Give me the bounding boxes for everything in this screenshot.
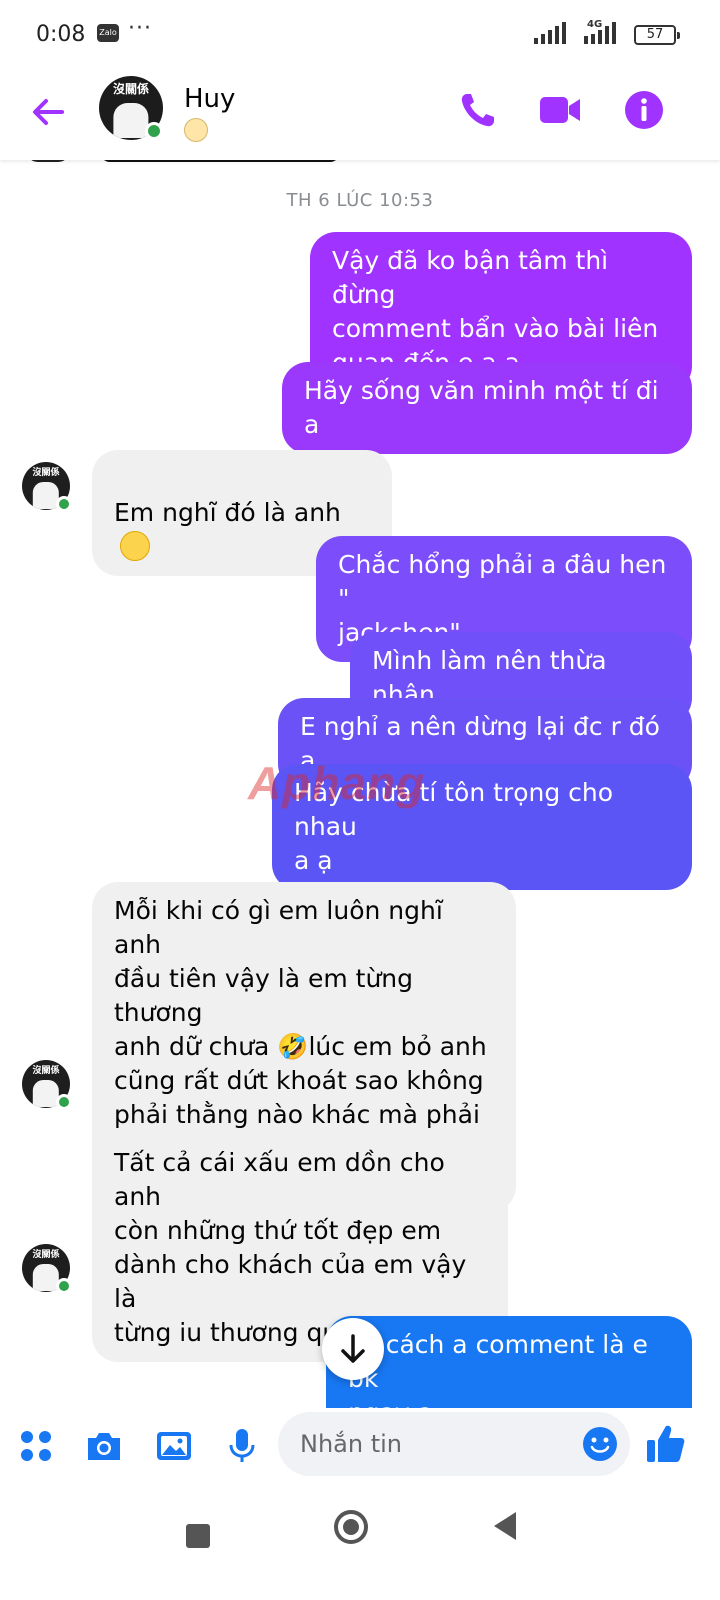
watermark: Aphang — [248, 757, 426, 809]
back-button[interactable] — [490, 1510, 520, 1542]
emoji-icon[interactable] — [582, 1426, 618, 1462]
signal-4g-icon — [584, 22, 616, 44]
message-input-placeholder: Nhắn tin — [300, 1430, 402, 1458]
system-navigation-bar — [0, 1486, 720, 1600]
scroll-to-bottom-button[interactable] — [322, 1318, 384, 1380]
back-arrow-icon[interactable] — [28, 92, 68, 132]
status-emoji-icon — [184, 118, 208, 142]
avatar-caption: 沒關係 — [32, 1065, 60, 1076]
battery-icon: 57 — [634, 25, 680, 45]
recent-apps-button[interactable] — [184, 1522, 212, 1550]
avatar-caption: 沒關係 — [112, 81, 149, 96]
camera-icon[interactable] — [84, 1426, 124, 1466]
avatar-character — [113, 102, 149, 139]
status-time: 0:08 — [36, 22, 86, 47]
zalo-notification-icon: Zalo — [97, 24, 119, 42]
online-status-dot — [56, 496, 72, 512]
message-text: Em nghĩ đó là anh — [114, 498, 341, 527]
apps-grid-icon[interactable] — [16, 1426, 56, 1466]
online-status-dot — [56, 1278, 72, 1294]
contact-name[interactable]: Huy — [184, 84, 235, 114]
more-notifications-icon: ··· — [128, 16, 152, 41]
chat-header: 沒關係 Huy — [0, 72, 720, 160]
message-outgoing[interactable]: Hãy sống văn minh một tí đi a — [282, 362, 692, 454]
avatar-caption: 沒關係 — [32, 1249, 60, 1260]
avatar-caption: 沒關係 — [32, 467, 60, 478]
info-icon[interactable] — [622, 88, 666, 132]
gallery-icon[interactable] — [154, 1426, 194, 1466]
message-composer: Nhắn tin — [0, 1408, 720, 1486]
online-status-dot — [56, 1094, 72, 1110]
signal-icon — [534, 22, 566, 44]
message-list[interactable]: TH 6 LÚC 10:53 Vậy đã ko bận tâm thì đừn… — [0, 160, 720, 1422]
message-input[interactable]: Nhắn tin — [278, 1412, 630, 1476]
microphone-icon[interactable] — [222, 1426, 262, 1466]
thumbs-up-icon[interactable] — [644, 1422, 688, 1466]
arrow-down-icon — [341, 1334, 365, 1363]
status-bar: 0:08 Zalo ··· 4G 57 — [0, 0, 720, 72]
previous-media-edge — [100, 160, 340, 162]
video-call-icon[interactable] — [538, 88, 582, 132]
voice-call-icon[interactable] — [456, 88, 500, 132]
message-timestamp: TH 6 LÚC 10:53 — [286, 190, 434, 211]
online-status-dot — [145, 122, 163, 140]
previous-avatar-edge — [26, 160, 70, 162]
thinking-face-emoji-icon — [120, 531, 150, 561]
home-button[interactable] — [332, 1508, 370, 1546]
